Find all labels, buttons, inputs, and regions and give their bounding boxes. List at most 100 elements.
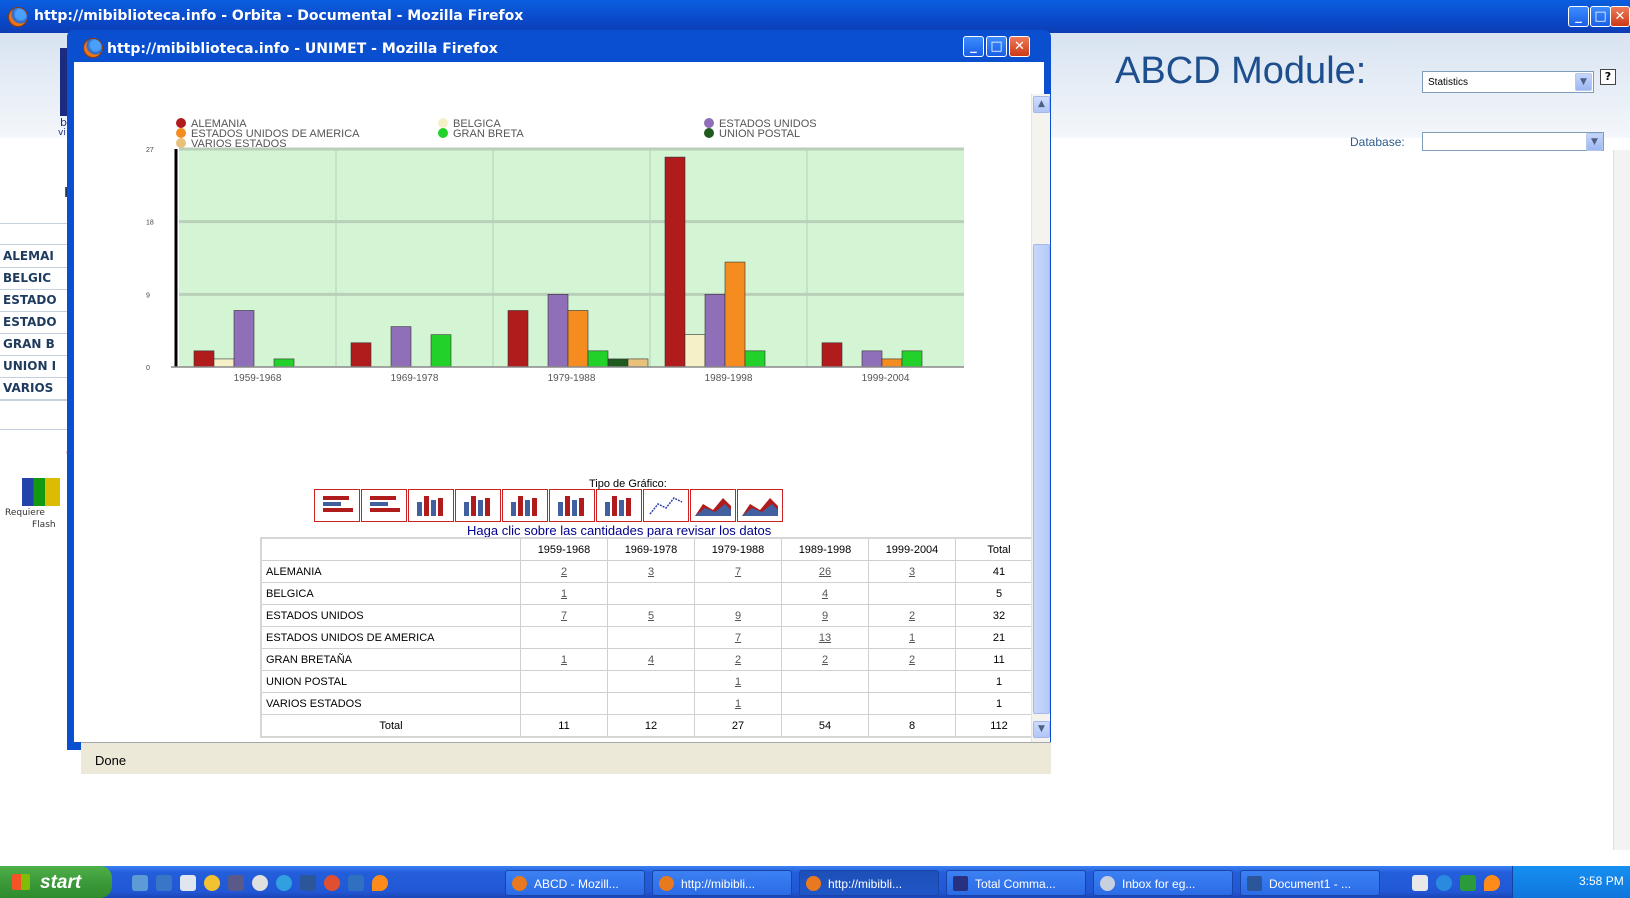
count-link[interactable]: 7	[520, 604, 608, 627]
table-cell: 11	[520, 714, 608, 738]
scroll-thumb[interactable]	[1033, 244, 1050, 714]
table-row: UNION POSTAL 1 1	[260, 670, 1044, 693]
x-tick-label: 1959-1968	[234, 373, 282, 384]
count-link[interactable]: 9	[781, 604, 869, 627]
bar-vertical-icon[interactable]	[408, 489, 454, 522]
quicklaunch-icon[interactable]	[180, 875, 196, 891]
table-row: ESTADOS UNIDOS DE AMERICA 7 13 1 21	[260, 626, 1044, 649]
table-cell: 21	[955, 626, 1044, 649]
count-link[interactable]: 2	[781, 648, 869, 671]
table-cell	[868, 582, 956, 605]
bar	[567, 310, 589, 368]
line-chart-icon[interactable]	[643, 489, 689, 522]
database-label: Database:	[1350, 135, 1405, 149]
bar	[821, 342, 843, 368]
count-link[interactable]: 3	[868, 560, 956, 583]
count-link[interactable]: 3	[607, 560, 695, 583]
quicklaunch-icon[interactable]	[204, 875, 220, 891]
scroll-down-icon[interactable]: ▼	[1033, 721, 1050, 738]
taskbar-button[interactable]: http://mibibli...	[799, 870, 939, 896]
quicklaunch-icon[interactable]	[276, 875, 292, 891]
status-bar: Done	[81, 742, 1051, 774]
maximize-button[interactable]: □	[1590, 6, 1611, 27]
taskbar-button[interactable]: Inbox for eg...	[1093, 870, 1233, 896]
count-link[interactable]: 2	[520, 560, 608, 583]
bar-horizontal-stacked-icon[interactable]	[361, 489, 407, 522]
area-3d-chart-icon[interactable]	[737, 489, 783, 522]
row-label: GRAN BRETAÑA	[260, 648, 521, 671]
module-select[interactable]: Statistics	[1422, 71, 1594, 93]
flash-chart-icon	[22, 478, 60, 506]
count-link[interactable]: 13	[781, 626, 869, 649]
help-icon[interactable]: ?	[1600, 69, 1616, 85]
database-select[interactable]	[1422, 132, 1604, 151]
taskbar-button[interactable]: http://mibibli...	[652, 870, 792, 896]
popup-close-button[interactable]: ✕	[1009, 36, 1030, 57]
count-link[interactable]: 26	[781, 560, 869, 583]
count-link[interactable]: 2	[868, 648, 956, 671]
table-cell	[868, 670, 956, 693]
table-row: GRAN BRETAÑA 1 4 2 2 2 11	[260, 648, 1044, 671]
minimize-button[interactable]: _	[1568, 6, 1589, 27]
table-header: 1959-1968 1969-1978 1979-1988 1989-1998 1999…	[260, 537, 1044, 561]
quicklaunch-icon[interactable]	[1460, 875, 1476, 891]
mail-icon	[1100, 876, 1115, 891]
taskbar-button[interactable]: Document1 - ...	[1240, 870, 1380, 896]
count-link[interactable]: 5	[607, 604, 695, 627]
quicklaunch-icon[interactable]	[132, 875, 148, 891]
quicklaunch-icon[interactable]	[1484, 875, 1500, 891]
quicklaunch-icon[interactable]	[228, 875, 244, 891]
quicklaunch-icon[interactable]	[1412, 875, 1428, 891]
count-link[interactable]: 1	[694, 670, 782, 693]
popup-maximize-button[interactable]: □	[986, 36, 1007, 57]
table-row: BELGICA 1 4 5	[260, 582, 1044, 605]
table-cell	[694, 582, 782, 605]
count-link[interactable]: 4	[607, 648, 695, 671]
table-cell: 27	[694, 714, 782, 738]
count-link[interactable]: 1	[868, 626, 956, 649]
table-footer: Total 11 12 27 54 8 112	[260, 714, 1044, 738]
background-scrollbar[interactable]	[1613, 150, 1630, 850]
count-link[interactable]: 7	[694, 560, 782, 583]
scroll-up-icon[interactable]: ▲	[1033, 96, 1050, 113]
bar-3d-perspective-icon[interactable]	[596, 489, 642, 522]
table-cell: 1979-1988	[694, 537, 782, 561]
count-link[interactable]: 7	[694, 626, 782, 649]
popup-minimize-button[interactable]: _	[963, 36, 984, 57]
count-link[interactable]: 2	[694, 648, 782, 671]
quicklaunch-icon[interactable]	[156, 875, 172, 891]
row-label: Total	[260, 714, 521, 738]
left-list-item: UNION I	[0, 356, 70, 378]
module-dropdown-arrow-icon[interactable]: ▼	[1575, 73, 1592, 91]
stacked-bar-icon[interactable]	[502, 489, 548, 522]
start-label: start	[40, 872, 82, 893]
count-link[interactable]: 9	[694, 604, 782, 627]
taskbar-button[interactable]: Total Comma...	[946, 870, 1086, 896]
count-link[interactable]: 4	[781, 582, 869, 605]
bar	[507, 310, 529, 368]
area-chart-icon[interactable]	[690, 489, 736, 522]
taskbar-button[interactable]: ABCD - Mozill...	[505, 870, 645, 896]
quicklaunch-icon[interactable]	[348, 875, 364, 891]
left-list-header	[0, 223, 70, 245]
flash-text: Flash	[32, 520, 56, 530]
background-window-titlebar: http://mibiblioteca.info - Orbita - Docu…	[0, 0, 1630, 33]
bar-3d-icon[interactable]	[455, 489, 501, 522]
close-button[interactable]: ✕	[1610, 6, 1630, 27]
count-link[interactable]: 1	[520, 582, 608, 605]
quicklaunch-icon[interactable]	[252, 875, 268, 891]
bar-horizontal-icon[interactable]	[314, 489, 360, 522]
instructions-text: Haga clic sobre las cantidades para revi…	[467, 523, 772, 538]
popup-scrollbar[interactable]: ▲ ▼	[1031, 94, 1050, 742]
quicklaunch-icon[interactable]	[324, 875, 340, 891]
database-dropdown-arrow-icon[interactable]: ▼	[1586, 133, 1603, 151]
popup-window: http://mibiblioteca.info - UNIMET - Mozi…	[67, 30, 1051, 774]
stacked-bar-3d-icon[interactable]	[549, 489, 595, 522]
count-link[interactable]: 1	[520, 648, 608, 671]
table-cell: 1	[955, 692, 1044, 715]
quicklaunch-icon[interactable]	[372, 875, 388, 891]
quicklaunch-icon[interactable]	[300, 875, 316, 891]
quicklaunch-icon[interactable]	[1436, 875, 1452, 891]
count-link[interactable]: 1	[694, 692, 782, 715]
count-link[interactable]: 2	[868, 604, 956, 627]
